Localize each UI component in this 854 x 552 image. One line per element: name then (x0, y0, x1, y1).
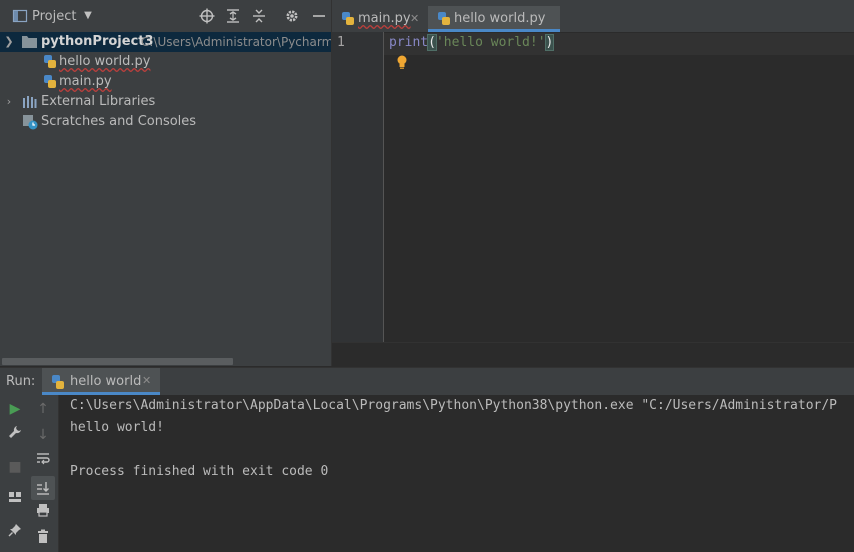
run-tab-label: hello world (70, 374, 142, 389)
scratches-icon (22, 114, 38, 132)
code-string-literal: 'hello world!' (435, 35, 546, 50)
wrench-icon[interactable] (5, 425, 25, 445)
project-panel: Project ▼ ❯ pythonProject3 C:\Users\Admi… (0, 0, 331, 366)
editor-tab-bar: main.py ✕ hello world.py (332, 6, 854, 32)
folder-icon (22, 35, 37, 52)
python-file-icon (341, 12, 355, 26)
project-view-title[interactable]: Project (32, 9, 76, 24)
chevron-right-icon[interactable]: › (4, 92, 14, 112)
horizontal-scrollbar[interactable] (2, 358, 233, 365)
code-line[interactable]: print('hello world!') (389, 34, 555, 51)
minimize-icon[interactable] (311, 8, 327, 24)
file-name: hello world.py (59, 54, 151, 69)
tab-hello-world-py[interactable]: hello world.py (428, 6, 560, 32)
python-logo-icon (51, 374, 65, 393)
python-file-icon (437, 12, 451, 26)
soft-wrap-icon[interactable] (33, 451, 53, 471)
lightbulb-icon[interactable] (396, 54, 408, 69)
tab-label: hello world.py (454, 11, 546, 26)
tree-file-row[interactable]: main.py (0, 72, 331, 92)
scratches-label: Scratches and Consoles (41, 114, 197, 129)
run-panel-label: Run: (6, 374, 36, 389)
close-icon[interactable]: ✕ (410, 6, 419, 32)
project-header: Project ▼ (0, 0, 331, 33)
close-icon[interactable]: ✕ (142, 374, 151, 387)
play-icon[interactable]: ▶ (5, 399, 25, 419)
file-name: main.py (59, 74, 112, 89)
external-libraries-label: External Libraries (41, 94, 156, 109)
tree-root-row[interactable]: ❯ pythonProject3 C:\Users\Administrator\… (0, 32, 331, 52)
code-editor[interactable] (332, 32, 854, 342)
python-file-icon (43, 55, 57, 69)
arrow-down-icon[interactable]: ↓ (33, 425, 53, 445)
gear-icon[interactable] (284, 8, 300, 24)
root-project-name: pythonProject3 (41, 34, 154, 49)
run-tab-hello-world[interactable]: hello world ✕ (42, 368, 160, 395)
scroll-to-end-icon[interactable] (31, 476, 55, 500)
layout-icon[interactable] (5, 490, 25, 510)
collapse-all-icon[interactable] (251, 8, 267, 24)
run-toolbar: ▶ ↑ ↓ ■ (0, 395, 59, 552)
tree-external-libraries-row[interactable]: › External Libraries (0, 92, 331, 112)
tab-main-py[interactable]: main.py ✕ (332, 6, 427, 32)
code-close-paren: ) (544, 34, 555, 51)
pin-icon[interactable] (5, 523, 25, 543)
chevron-down-icon[interactable]: ▼ (80, 8, 96, 24)
expand-all-icon[interactable] (225, 8, 241, 24)
console-line-output: hello world! (70, 420, 164, 435)
project-view-icon (12, 8, 28, 24)
editor-gutter (332, 32, 384, 342)
python-file-icon (43, 75, 57, 89)
run-panel-header: Run: hello world ✕ (0, 367, 854, 395)
tree-scratches-row[interactable]: Scratches and Consoles (0, 112, 331, 132)
console-line-exit: Process finished with exit code 0 (70, 464, 329, 479)
code-function-name: print (389, 35, 429, 50)
code-open-paren: ( (427, 34, 437, 51)
line-number: 1 (337, 35, 345, 50)
chevron-down-icon[interactable]: ❯ (4, 32, 14, 52)
library-icon (22, 95, 37, 112)
root-project-path: C:\Users\Administrator\PycharmP (141, 35, 331, 49)
locate-crosshair-icon[interactable] (199, 8, 215, 24)
editor-status-strip (332, 342, 854, 367)
tab-label: main.py (358, 11, 411, 26)
console-line-command: C:\Users\Administrator\AppData\Local\Pro… (70, 398, 838, 413)
print-icon[interactable] (33, 503, 53, 523)
arrow-up-icon[interactable]: ↑ (33, 399, 53, 419)
trash-icon[interactable] (33, 529, 53, 549)
tree-file-row[interactable]: hello world.py (0, 52, 331, 72)
stop-icon[interactable]: ■ (5, 457, 25, 477)
